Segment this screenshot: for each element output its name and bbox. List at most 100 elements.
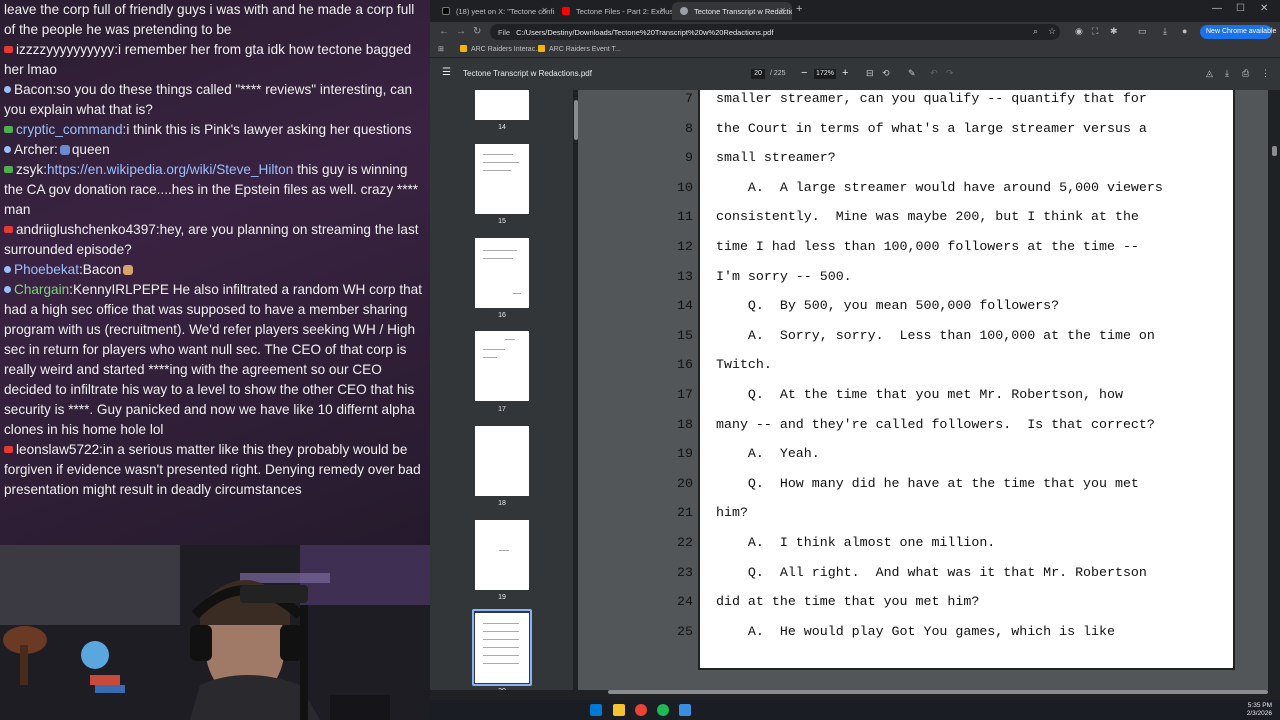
line-text: the Court in terms of what's a large str… — [716, 120, 1147, 136]
file-explorer-icon[interactable] — [613, 704, 625, 716]
chat-text: leave the corp full of friendly guys i w… — [4, 2, 415, 37]
line-number: 14 — [677, 298, 693, 314]
line-number: 23 — [677, 564, 693, 580]
download-icon[interactable]: ⤓ — [1225, 68, 1229, 79]
emote-icon — [59, 145, 70, 155]
menu-icon[interactable]: ☰ — [442, 67, 451, 78]
page-thumbnail[interactable] — [475, 90, 529, 120]
bookmark-item[interactable]: ARC Raiders Event T... — [538, 45, 621, 53]
back-icon[interactable]: ← — [439, 26, 449, 37]
page-thumbnail[interactable] — [475, 520, 529, 590]
chat-link[interactable]: https://en.wikipedia.org/wiki/Steve_Hilt… — [47, 162, 293, 177]
transcript-line: 22 A. I think almost one million. — [677, 535, 1237, 561]
chat-sep: : — [54, 142, 58, 157]
tab-youtube[interactable]: Tectone Files - Part 2: Exclusiv ✕ — [554, 2, 672, 20]
chat-message: leave the corp full of friendly guys i w… — [4, 0, 426, 40]
annotate-icon[interactable]: ✎ — [908, 68, 916, 79]
zoom-out-button[interactable]: − — [801, 67, 807, 79]
transcript-line: 18 many -- and they're called followers. … — [677, 416, 1237, 443]
chat-username[interactable]: zsyk — [16, 162, 43, 177]
chrome-icon[interactable] — [635, 704, 647, 716]
rotate-icon[interactable]: ⟲ — [882, 68, 890, 79]
search-icon[interactable]: ⌕ — [1033, 26, 1038, 37]
profile-icon[interactable]: ● — [1182, 26, 1187, 36]
reload-icon[interactable]: ↻ — [473, 26, 481, 37]
apps-icon[interactable]: ⊞ — [438, 45, 444, 53]
page-thumbnail[interactable] — [475, 144, 529, 214]
sidepanel-icon[interactable]: ▭ — [1138, 26, 1147, 37]
more-icon[interactable]: ⋮ — [1261, 68, 1270, 79]
pdf-toolbar: ☰ Tectone Transcript w Redactions.pdf 20… — [430, 58, 1280, 90]
chat-username[interactable]: Bacon — [14, 82, 53, 97]
close-icon[interactable]: ✕ — [779, 6, 786, 15]
puzzle-icon[interactable]: ✱ — [1110, 26, 1118, 37]
page-number-input[interactable]: 20 — [751, 69, 765, 79]
line-text: consistently. Mine was maybe 200, but I … — [716, 209, 1139, 225]
globe-icon — [680, 7, 688, 15]
highlight-icon[interactable]: ◬ — [1206, 68, 1213, 79]
chat-message: zsyk:https://en.wikipedia.org/wiki/Steve… — [4, 160, 426, 220]
fit-page-icon[interactable]: ⊟ — [866, 68, 874, 79]
extension-icon[interactable]: ⛶ — [1092, 26, 1098, 37]
webcam-image — [0, 545, 430, 720]
windows-start-icon[interactable] — [590, 704, 602, 716]
chat-username[interactable]: cryptic_command — [16, 122, 123, 137]
chat-text: KennyIRLPEPE He also infiltrated a rando… — [4, 282, 423, 437]
transcript-line: 11 consistently. Mine was maybe 200, but … — [677, 209, 1237, 235]
chat-message: cryptic_command:i think this is Pink's l… — [4, 120, 426, 140]
chat-username[interactable]: leonslaw5722 — [16, 442, 99, 457]
chat-username[interactable]: Chargain — [14, 282, 69, 297]
chat-username[interactable]: izzzzyyyyyyyyyy — [16, 42, 114, 57]
bookmark-item[interactable]: ARC Raiders Interac... — [460, 45, 541, 53]
redo-icon[interactable]: ↷ — [946, 68, 954, 79]
line-text: small streamer? — [716, 150, 836, 166]
thumbnail-sidebar: 14 15 16 17 18 19 20 — [430, 90, 573, 690]
chat-message: izzzzyyyyyyyyyy:i remember her from gta … — [4, 40, 426, 80]
line-text: many -- and they're called followers. Is… — [716, 416, 1155, 432]
system-clock[interactable]: 5:35 PM 2/3/2026 — [1247, 702, 1272, 718]
page-thumbnail[interactable] — [475, 426, 529, 496]
url-text: C:/Users/Destiny/Downloads/Tectone%20Tra… — [516, 28, 774, 37]
new-tab-button[interactable]: + — [796, 3, 802, 15]
spotify-icon[interactable] — [657, 704, 669, 716]
download-icon[interactable]: ⤓ — [1163, 26, 1167, 37]
close-window-icon[interactable]: ✕ — [1260, 3, 1268, 14]
emote-icon — [123, 265, 134, 275]
horizontal-scrollbar[interactable] — [608, 690, 1268, 694]
new-chrome-button[interactable]: New Chrome available — [1200, 25, 1276, 39]
transcript-line: 25 A. He would play Got You games, which… — [677, 624, 1237, 650]
address-row: ← → ↻ File C:/Users/Destiny/Downloads/Tec… — [430, 22, 1280, 42]
page-thumbnail[interactable] — [475, 238, 529, 308]
chat-username[interactable]: Phoebekat — [14, 262, 79, 277]
vertical-scrollbar[interactable] — [1272, 146, 1277, 156]
zoom-input[interactable]: 172% — [814, 69, 836, 79]
badge-icon — [4, 146, 11, 153]
minimize-icon[interactable]: — — [1212, 3, 1222, 14]
tab-x-post[interactable]: (18) yeet on X: "Tectone confi ✕ — [434, 2, 554, 20]
line-text: A. Yeah. — [716, 446, 820, 462]
bookmark-star-icon[interactable]: ☆ — [1048, 26, 1056, 37]
close-icon[interactable]: ✕ — [659, 6, 666, 15]
chat-username[interactable]: Archer — [14, 142, 54, 157]
maximize-icon[interactable]: ☐ — [1236, 3, 1245, 14]
line-text: smaller streamer, can you qualify -- qua… — [716, 91, 1147, 106]
bookmark-favicon — [538, 45, 545, 52]
transcript-line: 12 time I had less than 100,000 followers… — [677, 239, 1237, 265]
forward-icon[interactable]: → — [456, 26, 466, 37]
extension-icon[interactable]: ◉ — [1075, 26, 1083, 37]
tab-pdf[interactable]: Tectone Transcript w Redaction ✕ — [672, 2, 792, 20]
page-thumbnail[interactable] — [475, 331, 529, 401]
print-icon[interactable]: ⎙ — [1242, 68, 1249, 79]
thumbnail-label: 17 — [498, 406, 506, 413]
chat-username[interactable]: andriiglushchenko4397 — [16, 222, 156, 237]
zoom-in-button[interactable]: + — [842, 67, 848, 79]
address-bar[interactable]: File C:/Users/Destiny/Downloads/Tectone%2… — [490, 24, 1060, 40]
app-icon[interactable] — [679, 704, 691, 716]
transcript-line: 9 small streamer? — [685, 150, 1237, 176]
chat-message: Archer: queen — [4, 140, 426, 160]
bookmarks-bar: ⊞ ARC Raiders Interac... ARC Raiders Eve… — [430, 42, 1280, 58]
thumbnail-label: 14 — [498, 124, 506, 131]
undo-icon[interactable]: ↶ — [930, 68, 938, 79]
close-icon[interactable]: ✕ — [541, 6, 548, 15]
line-text: him? — [716, 505, 748, 521]
